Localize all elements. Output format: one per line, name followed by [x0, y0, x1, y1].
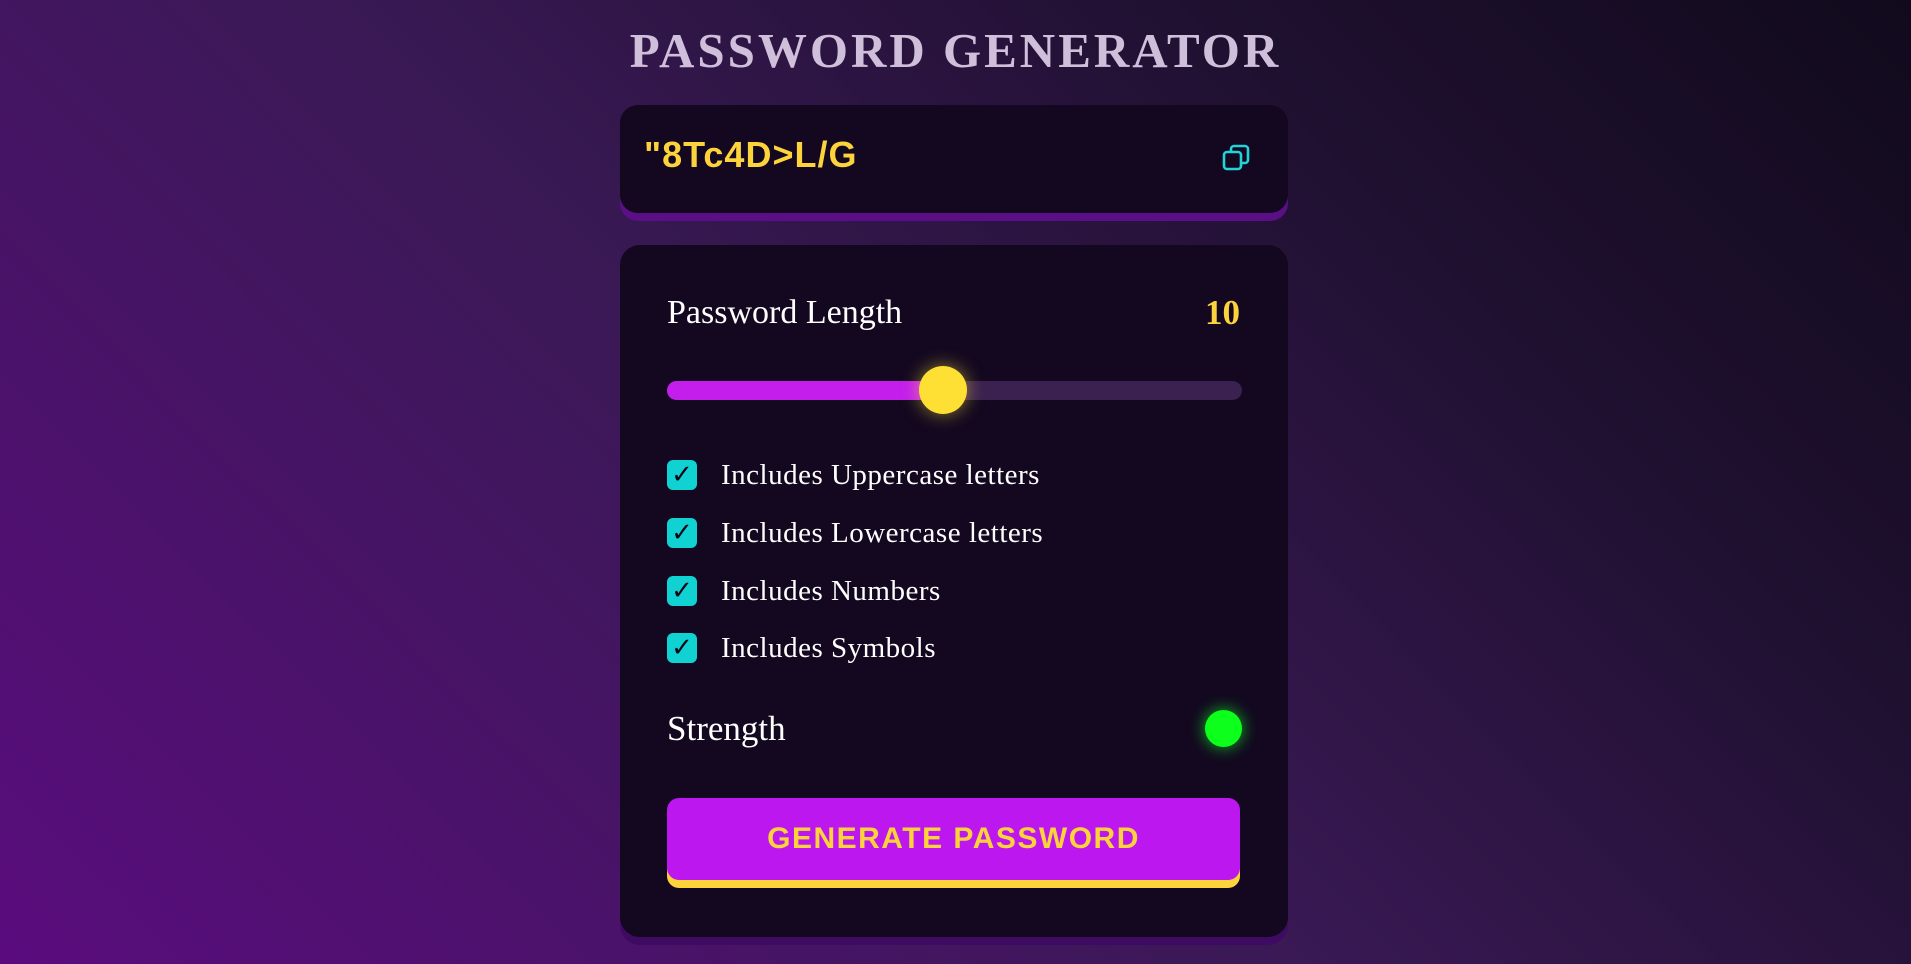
uppercase-checkbox[interactable]: ✓	[667, 460, 697, 490]
option-numbers[interactable]: ✓ Includes Numbers	[667, 571, 1227, 611]
option-label: Includes Symbols	[721, 632, 937, 664]
copy-button[interactable]	[1218, 140, 1254, 176]
password-length-label: Password Length	[667, 294, 903, 331]
slider-fill	[667, 381, 943, 400]
option-label: Includes Lowercase letters	[721, 517, 1044, 549]
password-length-slider[interactable]	[667, 366, 1242, 414]
generated-password: "8Tc4D>L/G	[644, 134, 858, 175]
checkmark-icon: ✓	[671, 576, 693, 606]
checkmark-icon: ✓	[671, 518, 693, 548]
numbers-checkbox[interactable]: ✓	[667, 576, 697, 606]
lowercase-checkbox[interactable]: ✓	[667, 518, 697, 548]
symbols-checkbox[interactable]: ✓	[667, 633, 697, 663]
password-length-value: 10	[1205, 293, 1240, 332]
generate-password-label: GENERATE PASSWORD	[767, 822, 1140, 855]
copy-icon	[1222, 144, 1250, 171]
generate-password-button[interactable]: GENERATE PASSWORD	[667, 798, 1240, 880]
checkmark-icon: ✓	[671, 633, 693, 663]
strength-indicator	[1205, 710, 1242, 747]
slider-thumb[interactable]	[919, 366, 967, 414]
option-symbols[interactable]: ✓ Includes Symbols	[667, 628, 1227, 668]
option-label: Includes Numbers	[721, 575, 941, 607]
password-display: "8Tc4D>L/G	[620, 105, 1288, 213]
checkmark-icon: ✓	[671, 460, 693, 490]
option-uppercase[interactable]: ✓ Includes Uppercase letters	[667, 455, 1227, 495]
option-lowercase[interactable]: ✓ Includes Lowercase letters	[667, 513, 1227, 553]
option-label: Includes Uppercase letters	[721, 459, 1040, 491]
page-title: PASSWORD GENERATOR	[629, 23, 1282, 78]
strength-label: Strength	[667, 709, 786, 748]
